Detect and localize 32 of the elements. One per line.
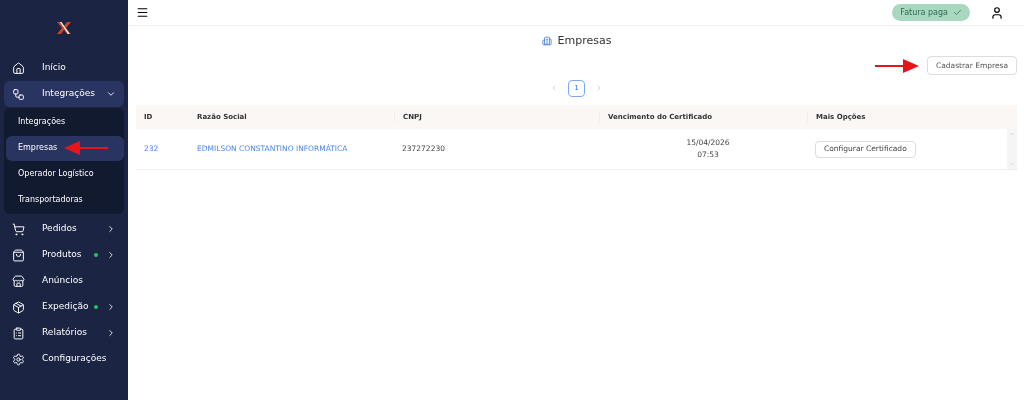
sidebar-item[interactable]: Início	[4, 55, 124, 81]
store-icon	[12, 274, 25, 288]
pointer-arrow-icon	[64, 141, 108, 155]
box-icon	[12, 300, 25, 314]
building-icon	[541, 36, 552, 46]
network-icon	[12, 87, 25, 101]
user-icon[interactable]	[990, 5, 1004, 20]
submenu-item[interactable]: Empresas	[6, 135, 124, 161]
sidebar-item[interactable]: Anúncios	[4, 268, 124, 294]
settings-icon	[12, 352, 25, 366]
logo-icon	[57, 21, 71, 34]
page-title: Empresas	[557, 32, 612, 49]
home-icon	[12, 61, 25, 75]
sidebar-item[interactable]: Integrações	[4, 81, 124, 107]
sidebar-item[interactable]: Expedição	[4, 294, 124, 320]
menu-icon[interactable]	[136, 6, 149, 19]
submenu-item[interactable]: Operador Logístico	[6, 161, 122, 187]
sidebar-item[interactable]: Configurações	[4, 346, 124, 372]
pointer-arrow-icon	[874, 58, 919, 73]
sidebar-item[interactable]: Produtos	[4, 242, 124, 268]
submenu-item[interactable]: Transportadoras	[6, 187, 122, 213]
next-page-icon[interactable]	[595, 84, 603, 92]
scrollbar[interactable]	[1007, 129, 1017, 169]
status-badge: Fatura paga	[892, 4, 970, 21]
cart-icon	[12, 222, 25, 236]
scroll-up-icon[interactable]	[1009, 131, 1015, 137]
sidebar-item[interactable]: Pedidos	[4, 216, 124, 242]
clipboard-icon	[12, 326, 25, 340]
previous-page-icon[interactable]	[550, 84, 558, 92]
sidebar-item[interactable]: Relatórios	[4, 320, 124, 346]
bag-icon	[12, 248, 25, 262]
submenu-item[interactable]: Integrações	[6, 109, 122, 135]
